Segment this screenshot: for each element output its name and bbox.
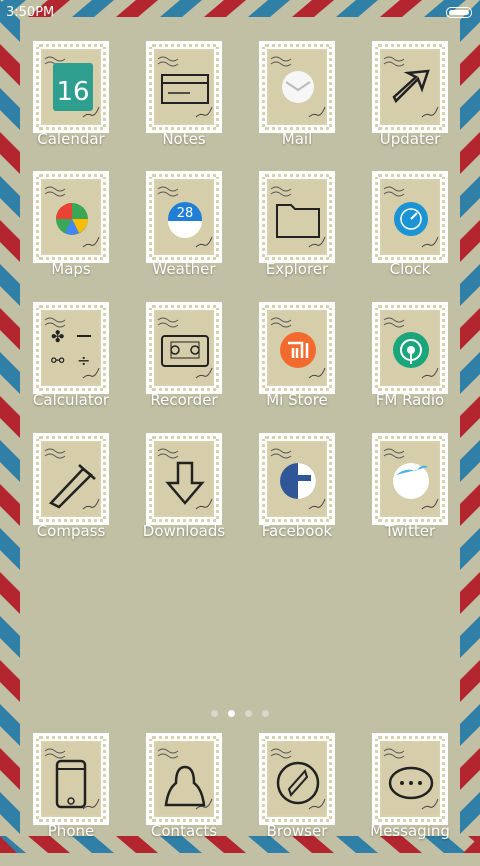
page-dot-4[interactable] [262,710,269,717]
cassette-icon [157,317,213,379]
weather-icon: 28 [157,186,213,248]
radio-icon [383,317,439,379]
page-dot-1[interactable] [211,710,218,717]
stamp-face [43,743,100,815]
app-label: Updater [379,130,441,148]
stamp-frame [375,305,445,391]
app-facebook[interactable]: Facebook [240,436,354,566]
stamp-frame [375,174,445,260]
app-label: Clock [389,260,431,278]
stamp-frame [262,44,332,130]
stamp-face: ✤ ⚯ ÷ [43,312,100,384]
app-label: Messaging [370,822,450,840]
svg-text:⚯: ⚯ [51,351,65,370]
stamp-face [156,51,213,123]
app-compass[interactable]: Compass [14,436,128,566]
home-screen-grid: 16 Calendar Notes Mail Updater Maps 28 Weather E… [0,0,480,853]
svg-text:28: 28 [177,206,194,221]
stamp-face: 28 [156,181,213,253]
updater-icon [383,56,439,118]
stamp-face [156,443,213,515]
stamp-frame [262,436,332,522]
stamp-frame [262,174,332,260]
download-icon [157,448,213,510]
stamp-face [269,181,326,253]
stamp-face [382,51,439,123]
app-clock[interactable]: Clock [353,174,467,304]
notes-icon [157,56,213,118]
stamp-face [43,443,100,515]
stamp-face [269,51,326,123]
stamp-face [43,181,100,253]
stamp-frame [375,436,445,522]
stamp-face [156,743,213,815]
stamp-frame [149,436,219,522]
stamp-face [269,743,326,815]
stamp-face [382,181,439,253]
stamp-frame [36,436,106,522]
clock-icon [383,186,439,248]
app-fm-radio[interactable]: FM Radio [353,305,467,435]
twitter-icon [383,448,439,510]
stamp-face [382,443,439,515]
messaging-icon [383,748,439,810]
stamp-frame [149,44,219,130]
app-calendar[interactable]: 16 Calendar [14,44,128,174]
page-dot-2[interactable] [228,710,235,717]
stamp-face: 16 [43,51,100,123]
stamp-face [382,743,439,815]
calculator-icon: ✤ ⚯ ÷ [44,317,100,379]
app-browser[interactable]: Browser [240,736,354,866]
stamp-frame [262,736,332,822]
stamp-frame [375,736,445,822]
stamp-frame: 28 [149,174,219,260]
app-updater[interactable]: Updater [353,44,467,174]
app-explorer[interactable]: Explorer [240,174,354,304]
stamp-face [269,312,326,384]
stamp-face [269,443,326,515]
browser-icon [270,748,326,810]
app-weather[interactable]: 28 Weather [127,174,241,304]
app-maps[interactable]: Maps [14,174,128,304]
calendar-icon: 16 [44,56,100,118]
svg-text:16: 16 [56,77,89,107]
app-phone[interactable]: Phone [14,736,128,866]
app-downloads[interactable]: Downloads [127,436,241,566]
app-label: FM Radio [375,391,445,409]
app-mi-store[interactable]: Mi Store [240,305,354,435]
stamp-frame: ✤ ⚯ ÷ [36,305,106,391]
page-dot-3[interactable] [245,710,252,717]
app-contacts[interactable]: Contacts [127,736,241,866]
app-label: Twitter [384,522,436,540]
stamp-frame [36,174,106,260]
folder-icon [270,186,326,248]
svg-text:✤: ✤ [51,327,64,346]
page-indicator [0,702,480,721]
mail-icon [270,56,326,118]
maps-icon [44,186,100,248]
app-mail[interactable]: Mail [240,44,354,174]
stamp-frame [262,305,332,391]
facebook-icon [270,448,326,510]
stamp-face [382,312,439,384]
mi-store-icon [270,317,326,379]
app-calculator[interactable]: ✤ ⚯ ÷ Calculator [14,305,128,435]
contacts-icon [157,748,213,810]
stamp-frame [375,44,445,130]
svg-text:÷: ÷ [77,351,90,370]
compass-icon [44,448,100,510]
stamp-face [156,312,213,384]
stamp-frame [149,305,219,391]
stamp-frame [149,736,219,822]
stamp-frame: 16 [36,44,106,130]
app-notes[interactable]: Notes [127,44,241,174]
app-messaging[interactable]: Messaging [353,736,467,866]
stamp-frame [36,736,106,822]
app-recorder[interactable]: Recorder [127,305,241,435]
phone-icon [44,748,100,810]
app-twitter[interactable]: Twitter [353,436,467,566]
